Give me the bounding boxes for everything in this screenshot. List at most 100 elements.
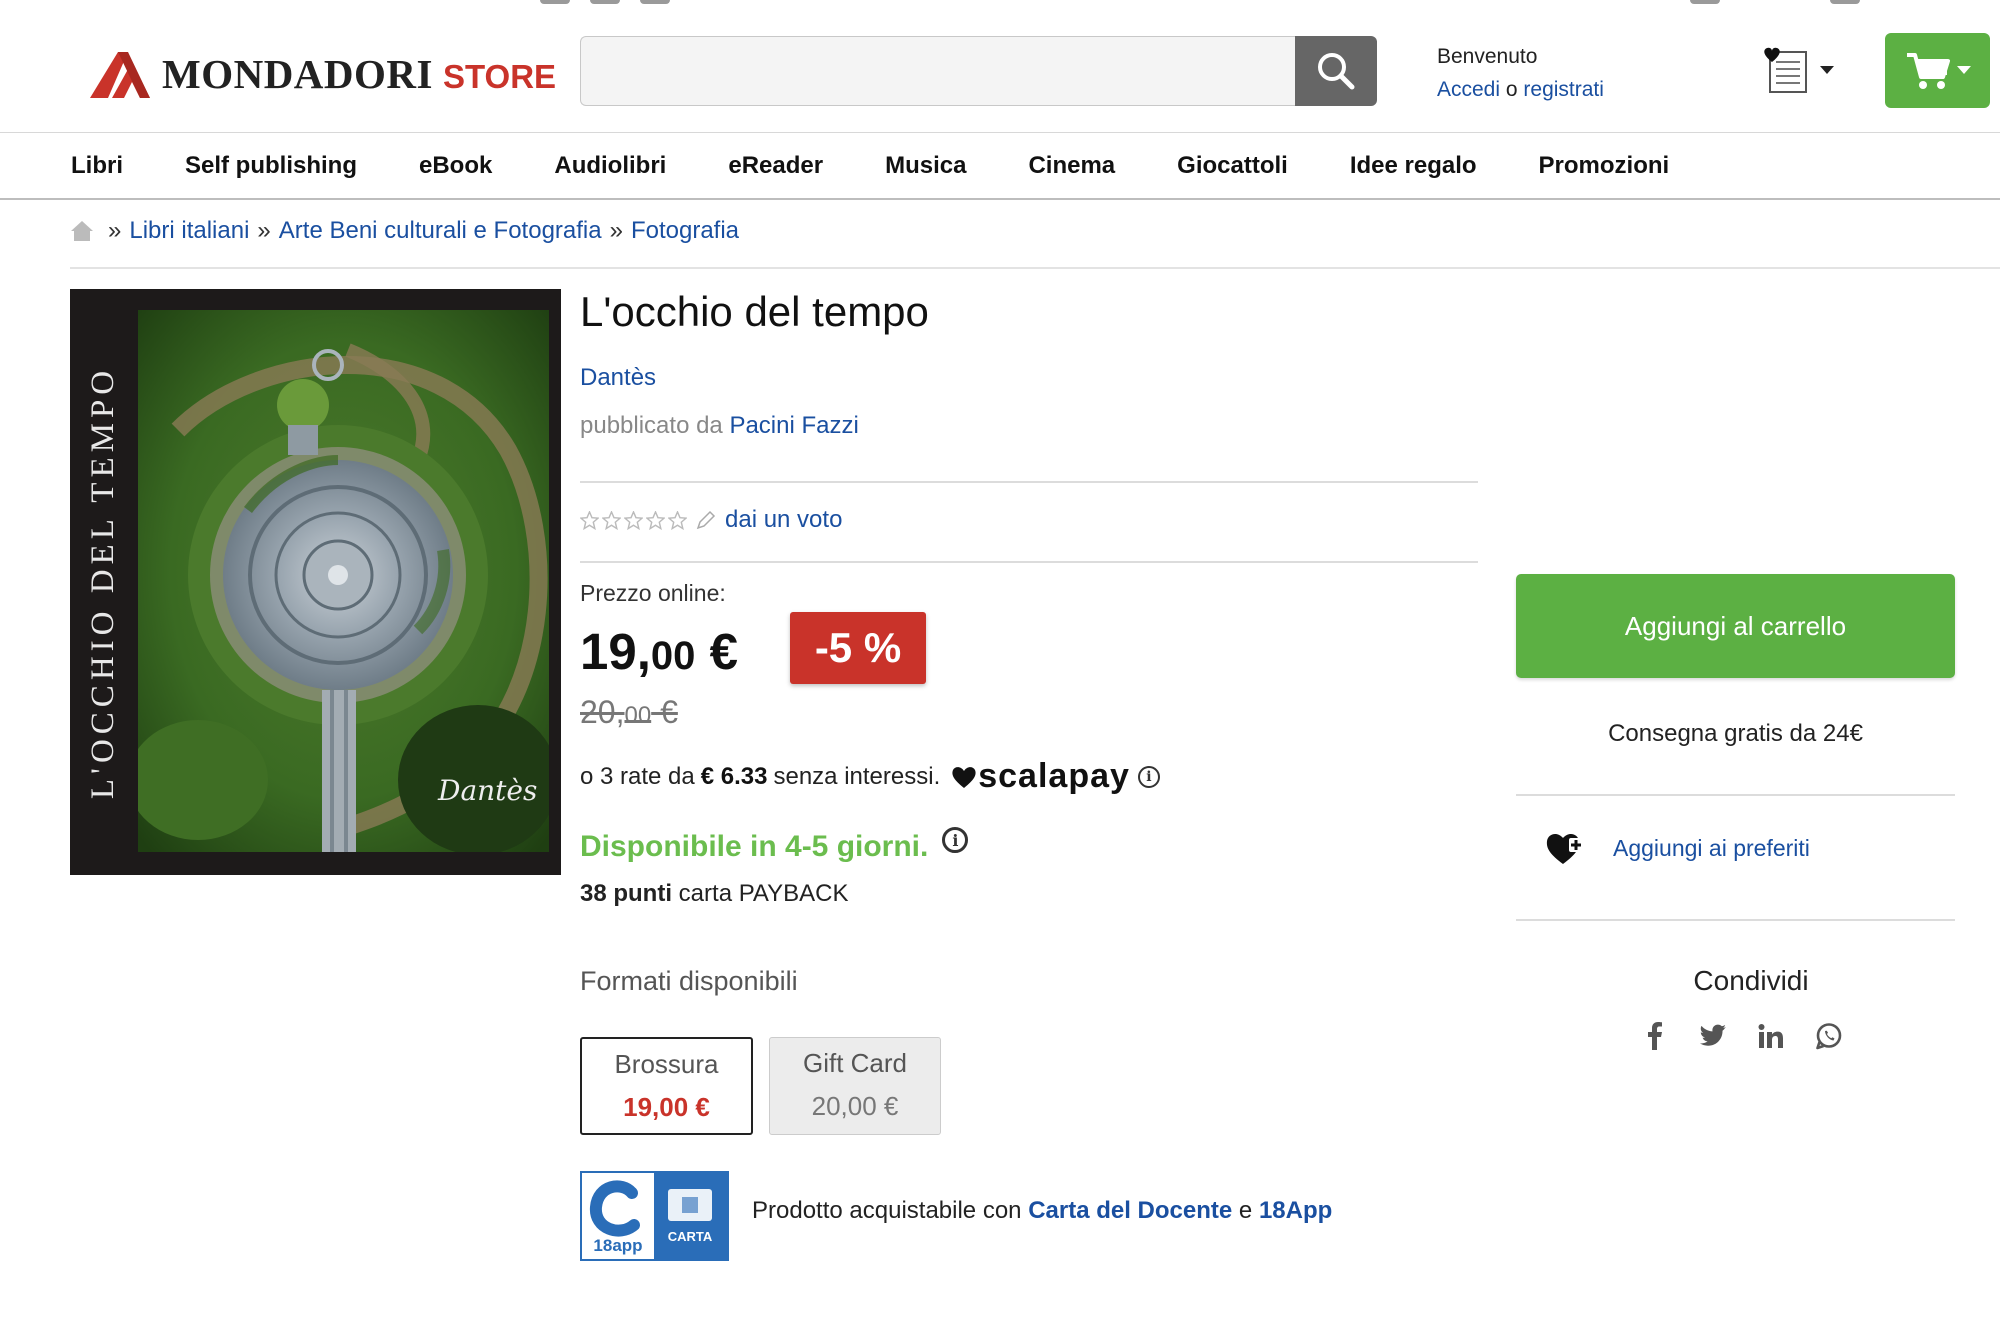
price-label: Prezzo online: bbox=[580, 580, 726, 606]
availability-info-icon[interactable]: i bbox=[942, 827, 969, 853]
star-icon bbox=[602, 510, 621, 530]
price-dec: 00 bbox=[650, 634, 696, 678]
scalapay-logo[interactable]: scalapay bbox=[950, 757, 1130, 796]
heart-icon bbox=[952, 766, 976, 788]
cover-spine-title: L'OCCHIO DEL TEMPO bbox=[85, 365, 122, 799]
breadcrumb-fotografia[interactable]: Fotografia bbox=[631, 217, 739, 245]
cover-signature: Dantès bbox=[437, 774, 537, 807]
current-price: 19,00 € bbox=[580, 622, 738, 681]
breadcrumb: » Libri italiani » Arte Beni culturali e… bbox=[70, 217, 2000, 269]
teacher-card-text: Prodotto acquistabile con Carta del Doce… bbox=[752, 1197, 1332, 1225]
installments-prefix: o 3 rate da bbox=[580, 762, 695, 790]
star-icon bbox=[624, 510, 643, 530]
chevron-down-icon bbox=[1820, 66, 1834, 74]
home-icon[interactable] bbox=[70, 219, 94, 243]
carta-docente-badge: CARTA bbox=[654, 1173, 727, 1259]
nav-musica[interactable]: Musica bbox=[854, 152, 997, 180]
breadcrumb-arte[interactable]: Arte Beni culturali e Fotografia bbox=[279, 217, 602, 245]
format-option-gift-card[interactable]: Gift Card 20,00 € bbox=[769, 1037, 941, 1135]
login-link[interactable]: Accedi bbox=[1437, 78, 1500, 101]
nav-ereader[interactable]: eReader bbox=[697, 152, 854, 180]
breadcrumb-libri-italiani[interactable]: Libri italiani bbox=[129, 217, 249, 245]
wishlist-dropdown[interactable] bbox=[1760, 46, 1834, 96]
carta-docente-link[interactable]: Carta del Docente bbox=[1028, 1197, 1232, 1224]
breadcrumb-separator: » bbox=[257, 217, 271, 244]
whatsapp-icon[interactable] bbox=[1814, 1021, 1844, 1051]
linkedin-icon[interactable] bbox=[1756, 1021, 1786, 1051]
search-button[interactable] bbox=[1295, 36, 1377, 106]
pencil-icon bbox=[696, 510, 716, 530]
publisher-line: pubblicato da Pacini Fazzi bbox=[580, 412, 859, 440]
format-price: 20,00 € bbox=[811, 1091, 899, 1121]
payment-badges: 18app CARTA bbox=[580, 1171, 729, 1261]
star-icon bbox=[580, 510, 599, 530]
payback-points: 38 punti carta PAYBACK bbox=[580, 880, 849, 908]
site-header: MONDADORI STORE Benvenuto Accedi o regis… bbox=[0, 0, 2000, 133]
formats-label: Formati disponibili bbox=[580, 966, 798, 996]
18app-link[interactable]: 18App bbox=[1259, 1197, 1332, 1224]
divider bbox=[580, 481, 1478, 483]
format-name: Brossura bbox=[614, 1049, 719, 1079]
facebook-icon[interactable] bbox=[1640, 1021, 1670, 1051]
favorites-link: Aggiungi ai preferiti bbox=[1613, 834, 1810, 861]
add-to-favorites[interactable]: Aggiungi ai preferiti bbox=[1545, 830, 1810, 866]
installments-amount: € 6.33 bbox=[700, 762, 768, 790]
top-utility-strip bbox=[0, 0, 2000, 6]
star-icon bbox=[668, 510, 687, 530]
points-value: 38 punti bbox=[580, 880, 673, 907]
teacher-prefix: Prodotto acquistabile con bbox=[752, 1197, 1029, 1224]
mondadori-store-logo[interactable]: MONDADORI STORE bbox=[88, 48, 556, 100]
welcome-text: Benvenuto bbox=[1437, 45, 1538, 68]
product-title: L'occhio del tempo bbox=[580, 288, 929, 335]
nav-idee-regalo[interactable]: Idee regalo bbox=[1319, 152, 1508, 180]
author-link[interactable]: Dantès bbox=[580, 364, 656, 392]
add-to-cart-button[interactable]: Aggiungi al carrello bbox=[1516, 574, 1955, 678]
price-int: 19, bbox=[580, 623, 651, 680]
breadcrumb-separator: » bbox=[108, 217, 122, 244]
nav-libri[interactable]: Libri bbox=[40, 152, 154, 180]
installments-line: o 3 rate da € 6.33 senza interessi. scal… bbox=[580, 757, 1160, 796]
format-price: 19,00 € bbox=[623, 1092, 710, 1122]
nav-ebook[interactable]: eBook bbox=[388, 152, 523, 180]
search-bar bbox=[580, 36, 1377, 106]
availability-status: Disponibile in 4-5 giorni. i bbox=[580, 827, 969, 864]
aerial-photo-image: Dantès bbox=[138, 310, 549, 852]
nav-promozioni[interactable]: Promozioni bbox=[1508, 152, 1701, 180]
carta-docente-logo-icon: CARTA bbox=[668, 1189, 713, 1244]
cart-icon bbox=[1906, 52, 1950, 89]
logo-text: MONDADORI bbox=[162, 51, 433, 97]
wishlist-icon bbox=[1764, 47, 1807, 93]
nav-self-publishing[interactable]: Self publishing bbox=[154, 152, 388, 180]
share-label: Condividi bbox=[1693, 965, 1809, 996]
main-nav: Libri Self publishing eBook Audiolibri e… bbox=[0, 134, 2000, 200]
18app-logo-icon: 18app bbox=[590, 1180, 643, 1255]
carta-badge-text: CARTA bbox=[668, 1229, 713, 1244]
cover-spine: L'OCCHIO DEL TEMPO bbox=[70, 289, 138, 875]
logo-store-text: STORE bbox=[442, 57, 557, 95]
old-price-dec: 00 bbox=[624, 702, 652, 729]
info-icon[interactable]: i bbox=[1137, 765, 1160, 788]
search-icon bbox=[1318, 53, 1355, 90]
or-text: o bbox=[1500, 78, 1524, 101]
installments-suffix: senza interessi. bbox=[773, 762, 941, 790]
format-option-brossura[interactable]: Brossura 19,00 € bbox=[580, 1037, 753, 1135]
nav-giocattoli[interactable]: Giocattoli bbox=[1146, 152, 1319, 180]
star-rating[interactable] bbox=[580, 510, 687, 530]
book-cover[interactable]: L'OCCHIO DEL TEMPO Dantès bbox=[70, 289, 561, 875]
rating-row: dai un voto bbox=[580, 506, 842, 534]
publisher-prefix: pubblicato da bbox=[580, 412, 723, 439]
18app-badge: 18app bbox=[582, 1173, 654, 1259]
nav-audiolibri[interactable]: Audiolibri bbox=[523, 152, 697, 180]
header-cart-button[interactable] bbox=[1885, 33, 1990, 108]
heart-plus-icon bbox=[1546, 834, 1583, 864]
search-input[interactable] bbox=[580, 36, 1295, 106]
register-link[interactable]: registrati bbox=[1523, 78, 1604, 101]
free-shipping-text: Consegna gratis da 24€ bbox=[1608, 720, 1863, 747]
twitter-icon[interactable] bbox=[1698, 1021, 1728, 1051]
nav-cinema[interactable]: Cinema bbox=[997, 152, 1146, 180]
teacher-and: e bbox=[1232, 1197, 1259, 1224]
availability-text: Disponibile in 4-5 giorni. bbox=[580, 830, 929, 863]
scalapay-text: scalapay bbox=[978, 757, 1130, 795]
rate-link[interactable]: dai un voto bbox=[725, 506, 842, 534]
publisher-link[interactable]: Pacini Fazzi bbox=[729, 412, 858, 439]
